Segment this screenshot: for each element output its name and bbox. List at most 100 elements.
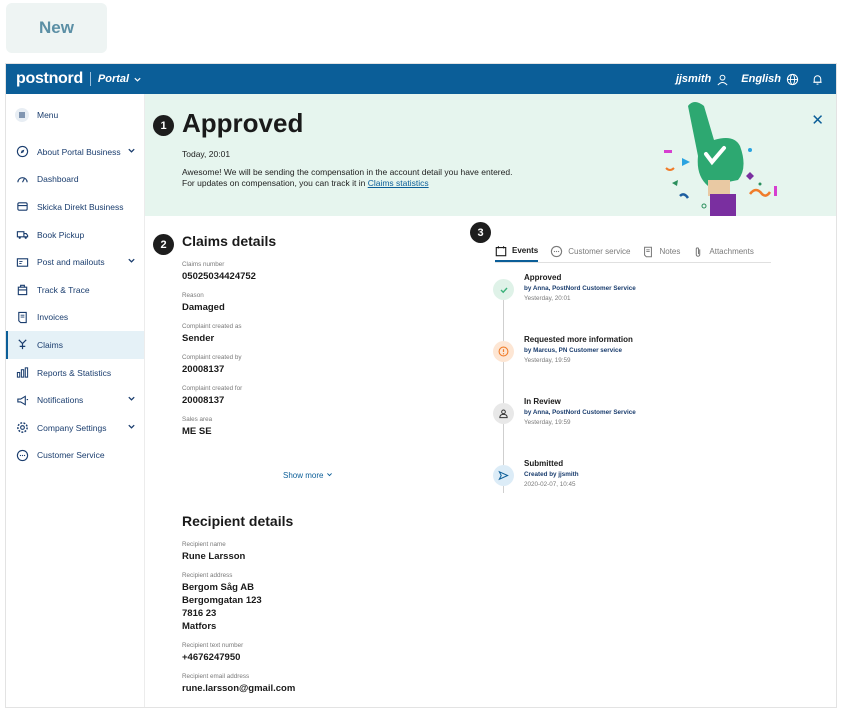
tab-events[interactable]: Events bbox=[495, 241, 539, 262]
truck-icon bbox=[15, 228, 29, 242]
claims-field: Claims number 05025034424752 bbox=[182, 261, 462, 283]
field-value: rune.larsson@gmail.com bbox=[182, 683, 296, 694]
user-icon bbox=[493, 403, 514, 424]
package-icon bbox=[15, 283, 29, 297]
recipient-email-field: Recipient email address rune.larsson@gma… bbox=[182, 673, 462, 695]
tab-attachments[interactable]: Attachments bbox=[692, 241, 754, 262]
timeline-line bbox=[503, 293, 504, 493]
sidebar-item-reports-statistics[interactable]: Reports & Statistics bbox=[6, 359, 144, 387]
address-line: Matfors bbox=[182, 621, 217, 632]
event-author: by Anna, PostNord Customer Service bbox=[524, 409, 636, 416]
tab-customer-service[interactable]: Customer service bbox=[550, 241, 630, 262]
user-icon bbox=[717, 74, 728, 85]
sidebar-item-notifications[interactable]: Notifications bbox=[6, 386, 144, 414]
app-frame: postnord Portal jjsmith English Menu Abo… bbox=[5, 63, 837, 708]
compass-icon bbox=[15, 145, 29, 159]
event-text: Requested more information by Marcus, PN … bbox=[524, 335, 633, 364]
claim-content: 2 Claims details Claims number 0502503442… bbox=[145, 216, 836, 707]
field-label: Complaint created as bbox=[182, 323, 242, 330]
sidebar-item-post-and-mailouts[interactable]: Post and mailouts bbox=[6, 248, 144, 276]
top-right-actions: jjsmith English bbox=[676, 73, 824, 86]
tab-label: Notes bbox=[659, 247, 681, 256]
field-value: 20008137 bbox=[182, 364, 225, 375]
event-date: Yesterday, 19:59 bbox=[524, 357, 571, 364]
sidebar-item-label: Post and mailouts bbox=[37, 257, 105, 268]
event-title: Approved bbox=[524, 273, 562, 282]
event-title: Requested more information bbox=[524, 335, 633, 344]
event-author: by Anna, PostNord Customer Service bbox=[524, 285, 636, 292]
invoice-icon bbox=[15, 310, 29, 324]
portal-switcher[interactable]: Portal bbox=[98, 73, 142, 85]
chevron-down-icon[interactable] bbox=[127, 394, 136, 405]
show-more-label: Show more bbox=[283, 471, 324, 480]
bar-chart-icon bbox=[15, 366, 29, 380]
new-badge: New bbox=[6, 3, 107, 53]
megaphone-icon bbox=[15, 393, 29, 407]
step-number-2: 2 bbox=[153, 234, 174, 255]
sidebar-item-label: Company Settings bbox=[37, 422, 107, 433]
history-tabs: Events Customer service Notes Attachments bbox=[495, 241, 771, 263]
sidebar-item-invoices[interactable]: Invoices bbox=[6, 304, 144, 332]
recipient-phone-field: Recipient text number +4676247950 bbox=[182, 642, 462, 664]
chevron-down-icon bbox=[134, 77, 141, 82]
recipient-details-title: Recipient details bbox=[182, 513, 294, 529]
approved-banner: 1 Approved Today, 20:01 Awesome! We will… bbox=[145, 94, 836, 216]
sidebar-item-track-trace[interactable]: Track & Trace bbox=[6, 276, 144, 304]
chat-icon bbox=[15, 448, 29, 462]
bell-icon bbox=[813, 74, 822, 85]
status-message-text: Awesome! We will be sending the compensa… bbox=[182, 167, 513, 188]
close-icon[interactable]: ✕ bbox=[811, 111, 824, 129]
sidebar-item-skicka-direkt-business[interactable]: Skicka Direkt Business bbox=[6, 193, 144, 221]
recipient-name-field: Recipient name Rune Larsson bbox=[182, 541, 462, 563]
event-author: Created by jjsmith bbox=[524, 471, 579, 478]
sidebar-item-label: Skicka Direkt Business bbox=[37, 201, 124, 212]
sidebar-item-label: About Portal Business bbox=[37, 146, 121, 157]
sidebar-item-about-portal-business[interactable]: About Portal Business bbox=[6, 138, 144, 166]
event-text: In Review by Anna, PostNord Customer Serv… bbox=[524, 397, 636, 426]
chevron-down-icon[interactable] bbox=[127, 256, 136, 267]
menu-label: Menu bbox=[37, 110, 59, 120]
chevron-down-icon[interactable] bbox=[127, 146, 136, 157]
field-value: ME SE bbox=[182, 426, 212, 437]
event-text: Approved by Anna, PostNord Customer Servi… bbox=[524, 273, 636, 302]
field-label: Complaint created for bbox=[182, 385, 243, 392]
event-date: Yesterday, 19:59 bbox=[524, 419, 571, 426]
menu-toggle[interactable]: Menu bbox=[6, 102, 144, 128]
notes-icon bbox=[642, 246, 654, 258]
thumbs-up-illustration bbox=[664, 102, 777, 216]
show-more-button[interactable]: Show more bbox=[283, 471, 333, 480]
tab-label: Events bbox=[512, 246, 539, 255]
sidebar-item-customer-service[interactable]: Customer Service bbox=[6, 442, 144, 470]
sidebar-item-claims[interactable]: Claims bbox=[6, 331, 144, 359]
claims-details-title: Claims details bbox=[182, 233, 277, 249]
sidebar-item-dashboard[interactable]: Dashboard bbox=[6, 166, 144, 194]
top-bar: postnord Portal jjsmith English bbox=[6, 64, 836, 94]
send-icon bbox=[493, 465, 514, 486]
field-value: Sender bbox=[182, 333, 215, 344]
notifications-button[interactable] bbox=[811, 73, 824, 86]
chevron-down-icon[interactable] bbox=[127, 422, 136, 433]
language-selector[interactable]: English bbox=[741, 73, 799, 86]
tab-label: Customer service bbox=[568, 247, 631, 256]
field-label: Recipient name bbox=[182, 541, 226, 548]
recipient-fields: Recipient name Rune Larsson Recipient ad… bbox=[182, 541, 462, 704]
sidebar-item-label: Invoices bbox=[37, 312, 69, 323]
sidebar-item-company-settings[interactable]: Company Settings bbox=[6, 414, 144, 442]
claims-field: Complaint created by 20008137 bbox=[182, 354, 462, 376]
dashboard-icon bbox=[15, 172, 29, 186]
status-time: Today, 20:01 bbox=[182, 149, 231, 159]
chat-icon bbox=[550, 245, 563, 258]
sidebar: Menu About Portal Business Dashboard Skick… bbox=[6, 94, 145, 707]
field-value: 20008137 bbox=[182, 395, 225, 406]
check-icon bbox=[493, 279, 514, 300]
sidebar-list: About Portal Business Dashboard Skicka Dir… bbox=[6, 138, 144, 469]
sidebar-item-book-pickup[interactable]: Book Pickup bbox=[6, 221, 144, 249]
field-label: Sales area bbox=[182, 416, 213, 423]
claims-statistics-link[interactable]: Claims statistics bbox=[368, 178, 429, 188]
claims-icon bbox=[15, 338, 29, 352]
postnord-logo[interactable]: postnord bbox=[16, 70, 83, 88]
sidebar-item-label: Book Pickup bbox=[37, 229, 85, 240]
field-label: Complaint created by bbox=[182, 354, 242, 361]
tab-notes[interactable]: Notes bbox=[642, 241, 680, 262]
user-menu[interactable]: jjsmith bbox=[676, 73, 729, 86]
